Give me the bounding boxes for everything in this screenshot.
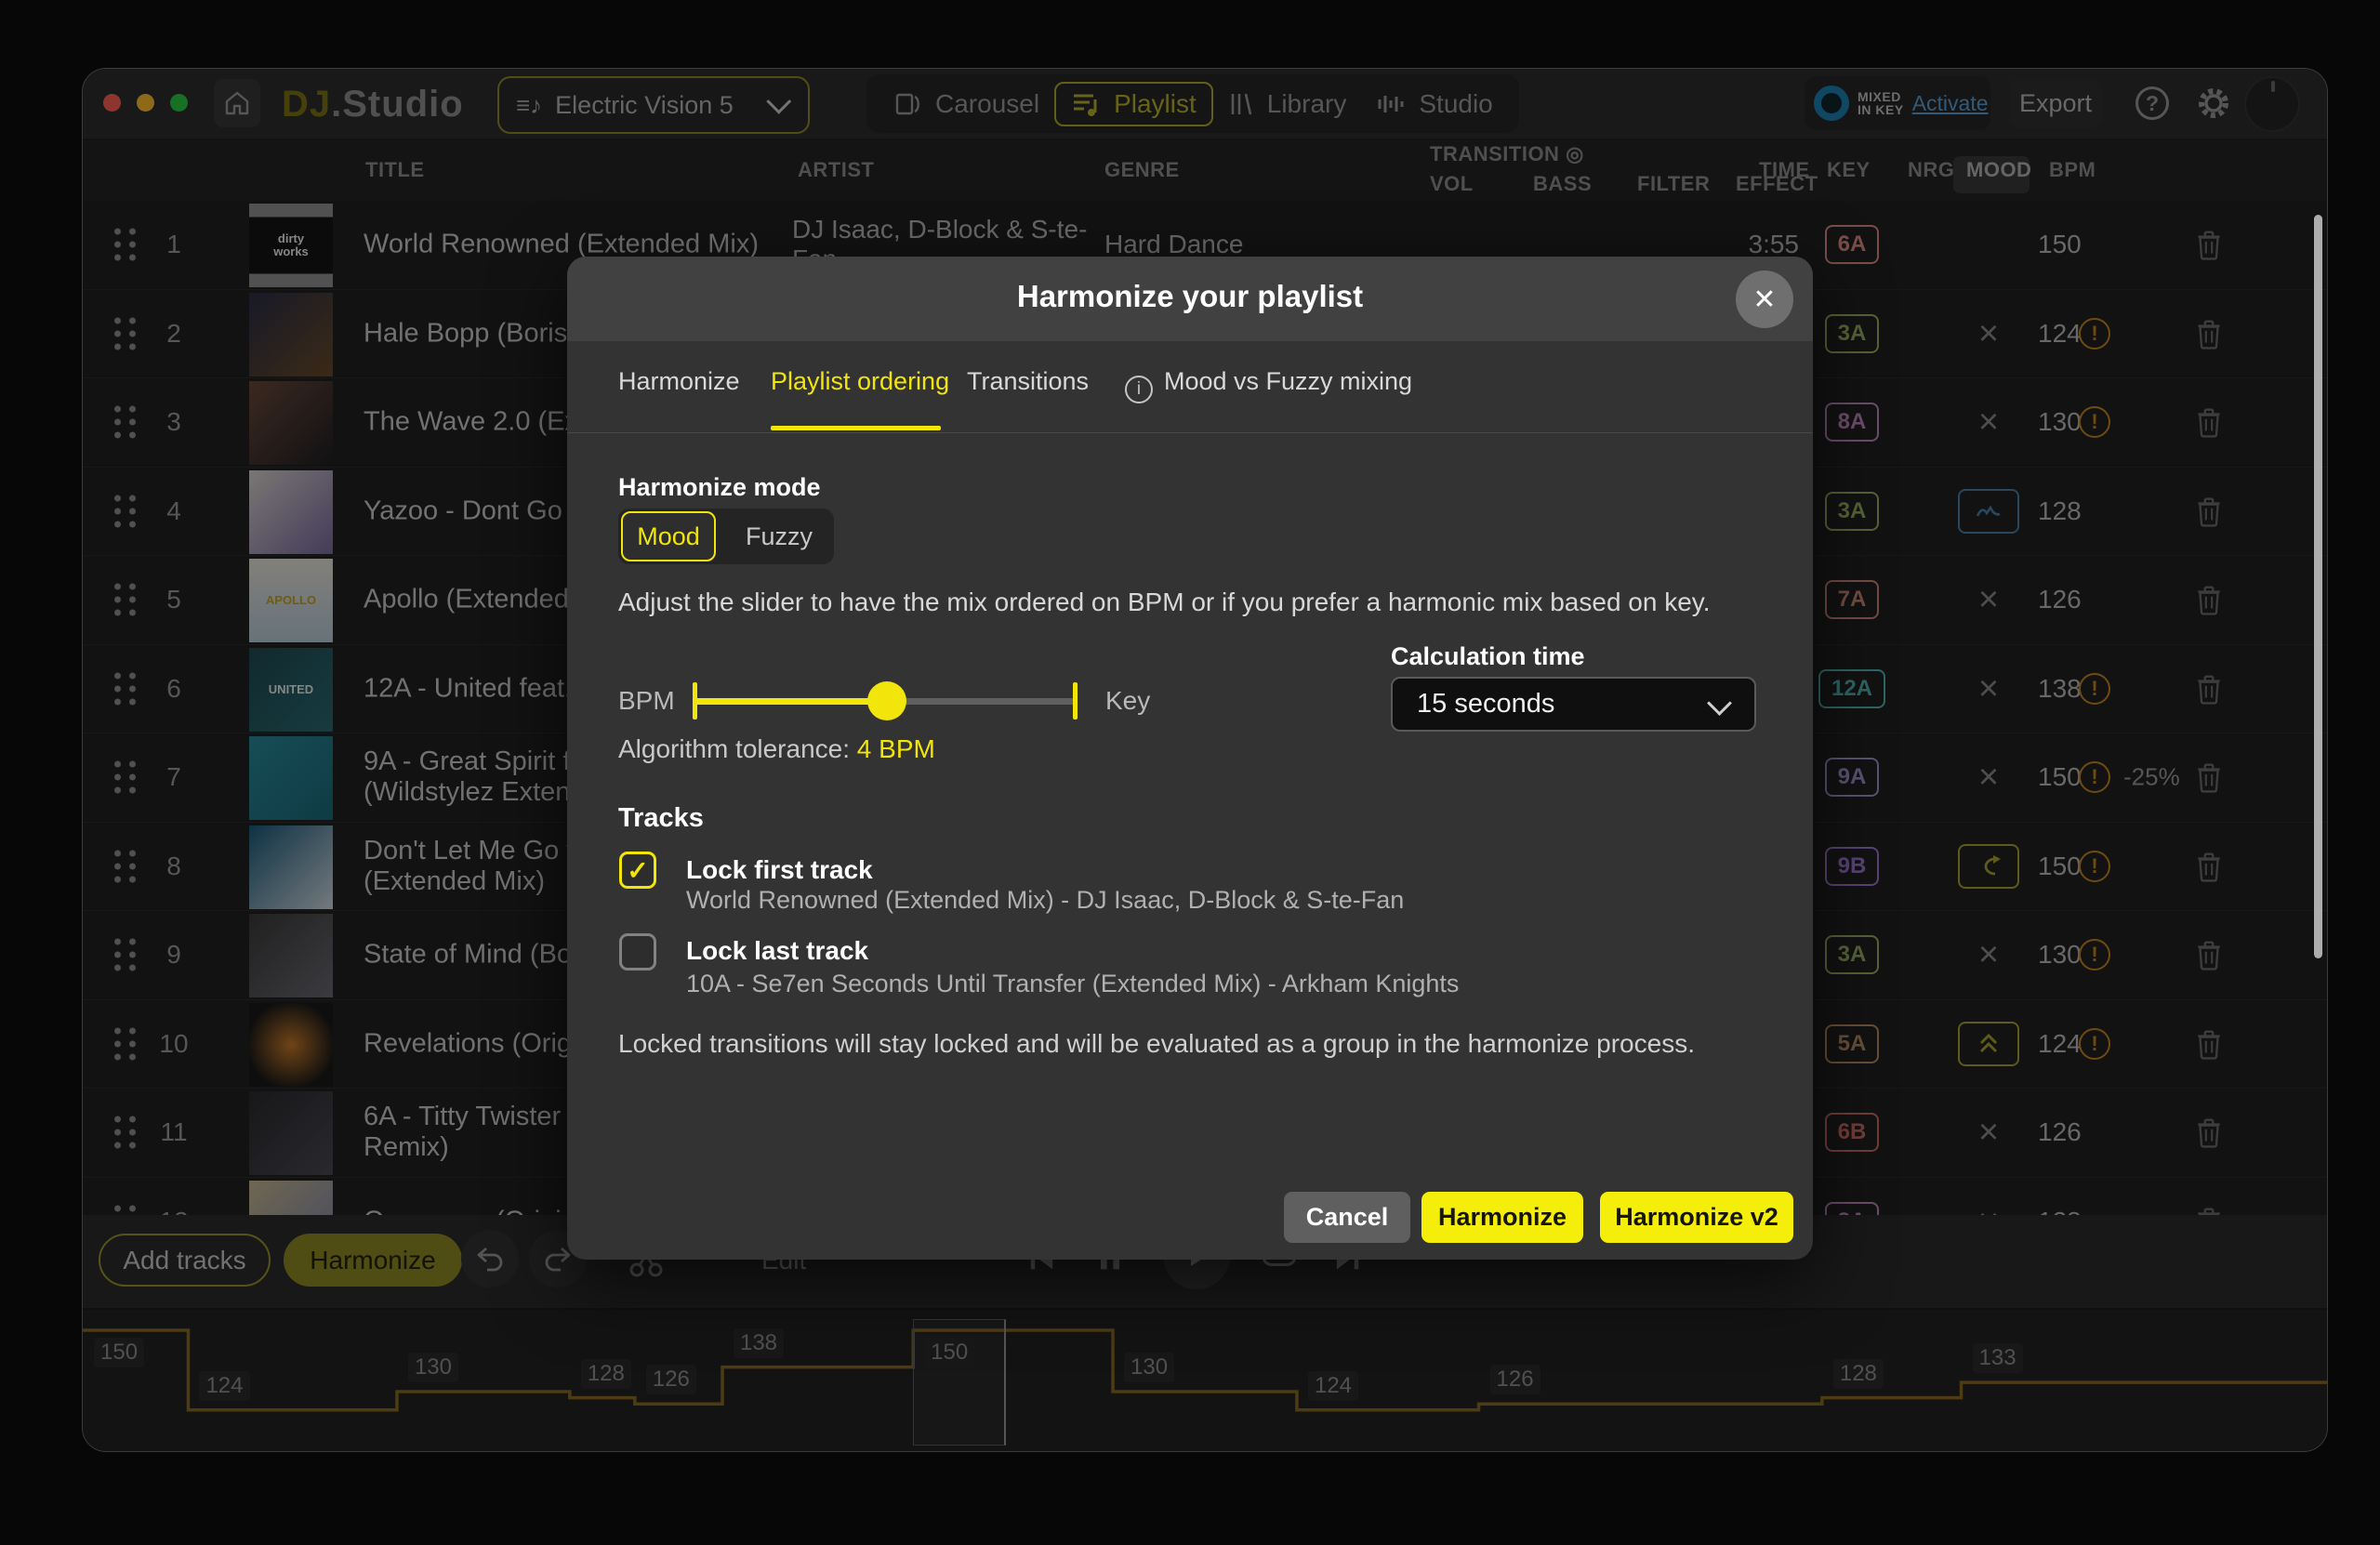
mode-segmented-control: Mood Fuzzy bbox=[618, 508, 834, 564]
mode-fuzzy-button[interactable]: Fuzzy bbox=[728, 508, 830, 564]
chevron-down-icon bbox=[1707, 691, 1732, 716]
close-icon[interactable]: ✕ bbox=[1736, 271, 1793, 328]
slider-left-label: BPM bbox=[618, 686, 675, 716]
harmonize-v2-button[interactable]: Harmonize v2 bbox=[1600, 1192, 1793, 1243]
harmonize-mode-label: Harmonize mode bbox=[618, 473, 821, 502]
slider-right-tick bbox=[1073, 682, 1078, 720]
locked-transitions-note: Locked transitions will stay locked and … bbox=[618, 1029, 1695, 1059]
tab-harmonize[interactable]: Harmonize bbox=[618, 367, 740, 396]
tab-transitions[interactable]: Transitions bbox=[967, 367, 1089, 396]
modal-title: Harmonize your playlist bbox=[567, 279, 1813, 314]
tolerance-value: 4 BPM bbox=[857, 734, 935, 763]
info-icon: i bbox=[1125, 376, 1153, 403]
tab-playlist-ordering[interactable]: Playlist ordering bbox=[771, 367, 949, 396]
lock-last-track-label[interactable]: Lock last track bbox=[686, 936, 868, 966]
calculation-time-dropdown[interactable]: 15 seconds bbox=[1391, 677, 1756, 732]
modal-tabs: Harmonize Playlist ordering Transitions … bbox=[567, 341, 1813, 433]
check-icon: ✓ bbox=[627, 855, 648, 886]
tracks-section-label: Tracks bbox=[618, 803, 704, 834]
calculation-time-label: Calculation time bbox=[1391, 642, 1585, 671]
harmonize-button[interactable]: Harmonize bbox=[1421, 1192, 1583, 1243]
bpm-key-slider[interactable] bbox=[693, 680, 1078, 722]
slider-fill bbox=[696, 698, 887, 705]
mode-mood-button[interactable]: Mood bbox=[621, 511, 716, 561]
calculation-time-value: 15 seconds bbox=[1417, 689, 1554, 720]
vertical-scrollbar[interactable] bbox=[2314, 215, 2322, 958]
bpm-key-slider-row: BPM Key bbox=[618, 680, 1176, 722]
slider-right-label: Key bbox=[1105, 686, 1150, 716]
lock-last-track-desc: 10A - Se7en Seconds Until Transfer (Exte… bbox=[686, 970, 1459, 998]
modal-header: Harmonize your playlist ✕ bbox=[567, 257, 1813, 341]
tab-mood-vs-fuzzy[interactable]: iMood vs Fuzzy mixing bbox=[1125, 367, 1412, 403]
slider-rest bbox=[887, 698, 1074, 705]
lock-last-track-checkbox[interactable] bbox=[619, 933, 656, 971]
slider-handle[interactable] bbox=[867, 681, 906, 720]
cancel-button[interactable]: Cancel bbox=[1284, 1192, 1410, 1243]
active-tab-underline bbox=[771, 426, 941, 430]
lock-first-track-desc: World Renowned (Extended Mix) - DJ Isaac… bbox=[686, 886, 1404, 915]
lock-first-track-checkbox[interactable]: ✓ bbox=[619, 852, 656, 889]
algorithm-tolerance: Algorithm tolerance: 4 BPM bbox=[618, 734, 935, 764]
slider-description: Adjust the slider to have the mix ordere… bbox=[618, 588, 1752, 617]
lock-first-track-label[interactable]: Lock first track bbox=[686, 855, 873, 885]
harmonize-modal: Harmonize your playlist ✕ Harmonize Play… bbox=[567, 257, 1813, 1260]
